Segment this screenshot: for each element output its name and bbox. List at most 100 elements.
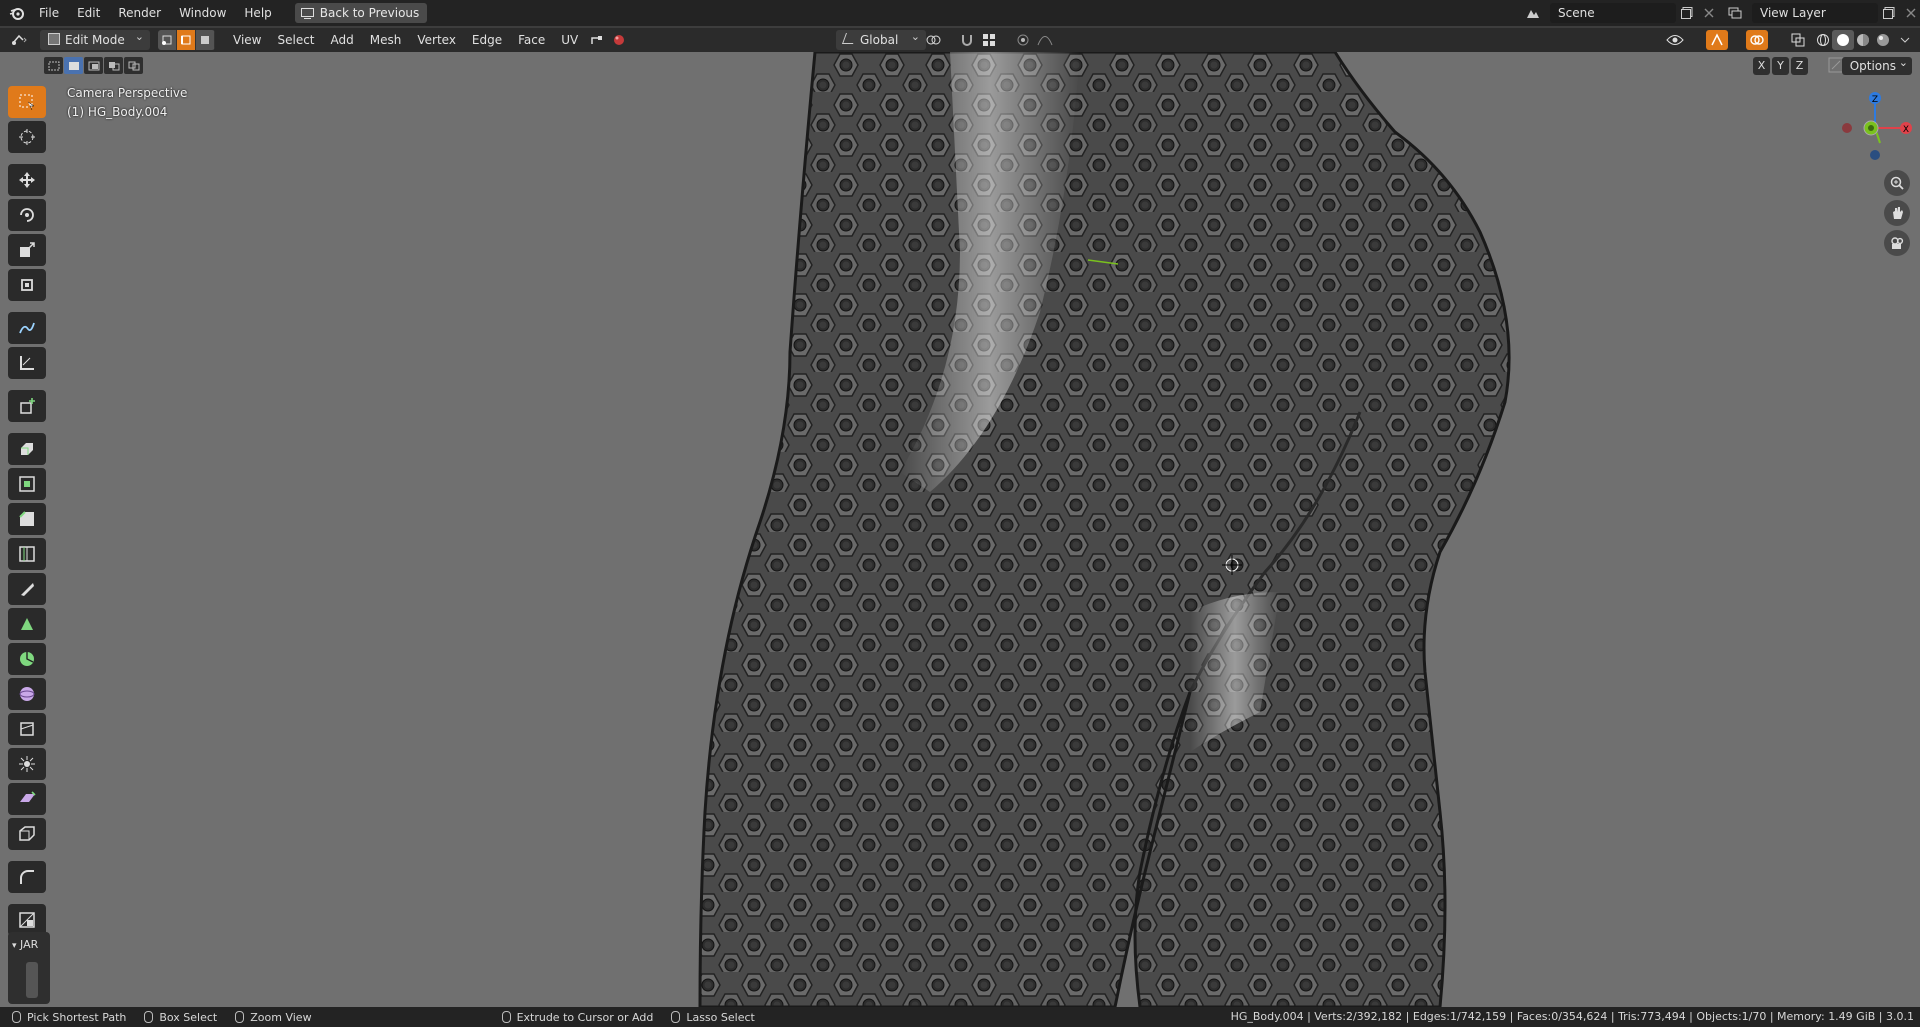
shading-wireframe-icon[interactable]: [1812, 30, 1834, 50]
panel-slider[interactable]: [26, 962, 38, 998]
pivot-point-icon[interactable]: [922, 30, 944, 50]
remove-view-layer-icon[interactable]: [1900, 3, 1920, 23]
face-select-icon[interactable]: [196, 30, 215, 50]
blender-logo-icon[interactable]: [4, 0, 30, 26]
falloff-icon[interactable]: [1034, 30, 1056, 50]
collapse-chevron-icon: ▾: [12, 941, 17, 951]
mesh-render: [698, 52, 1511, 1007]
loop-cut-tool-icon[interactable]: [8, 538, 46, 570]
remove-scene-icon[interactable]: [1698, 3, 1720, 23]
shading-rendered-icon[interactable]: [1872, 30, 1894, 50]
menu-select[interactable]: Select: [269, 28, 322, 52]
mode-icon: [48, 33, 60, 45]
camera-perspective-label: Camera Perspective: [67, 86, 188, 100]
shrink-fatten-tool-icon[interactable]: [8, 748, 46, 780]
mode-dropdown[interactable]: Edit Mode: [40, 27, 150, 50]
scene-name-field[interactable]: Scene: [1550, 3, 1676, 23]
overlays-icon[interactable]: [1746, 30, 1768, 50]
menu-add[interactable]: Add: [323, 28, 362, 52]
pan-hand-icon[interactable]: [1884, 200, 1910, 226]
menu-edge[interactable]: Edge: [464, 28, 510, 52]
hint-box-select: Box Select: [144, 1011, 217, 1024]
shading-solid-icon[interactable]: [1832, 30, 1854, 50]
3d-viewport[interactable]: Camera Perspective (1) HG_Body.004 X Y Z…: [0, 52, 1920, 1007]
menu-mesh[interactable]: Mesh: [362, 28, 410, 52]
gizmo-toggle-icon[interactable]: [1706, 30, 1728, 50]
hint-lasso-select: Lasso Select: [671, 1011, 755, 1024]
view-layer-icon[interactable]: [1724, 3, 1746, 23]
extrude-tool-icon[interactable]: [8, 433, 46, 465]
select-new-icon[interactable]: [44, 57, 63, 74]
tool-settings-panel: ▾ JAR: [8, 932, 50, 1004]
panel-label: JAR: [20, 938, 39, 951]
inset-tool-icon[interactable]: [8, 468, 46, 500]
edge-slide-tool-icon[interactable]: [8, 713, 46, 745]
zoom-magnifier-icon[interactable]: [1884, 170, 1910, 196]
menu-help[interactable]: Help: [235, 0, 280, 26]
proportional-edit-icon[interactable]: [1012, 30, 1034, 50]
select-box-tool-icon[interactable]: [8, 86, 46, 118]
back-button-label: Back to Previous: [319, 6, 420, 20]
select-subtract-icon[interactable]: [84, 57, 103, 74]
view-layer-field[interactable]: View Layer: [1752, 3, 1878, 23]
measure-tool-icon[interactable]: [8, 347, 46, 379]
screen-icon: [300, 7, 314, 19]
menu-uv[interactable]: UV: [553, 28, 586, 52]
options-dropdown[interactable]: Options: [1841, 54, 1912, 75]
poly-build-tool-icon[interactable]: [8, 608, 46, 640]
back-to-previous-button[interactable]: Back to Previous: [294, 3, 428, 23]
visibility-eye-icon[interactable]: [1664, 30, 1686, 50]
menu-view[interactable]: View: [225, 28, 269, 52]
rotate-tool-icon[interactable]: [8, 199, 46, 231]
menu-window[interactable]: Window: [170, 0, 235, 26]
material-ball-icon[interactable]: [608, 30, 630, 50]
annotate-tool-icon[interactable]: [8, 312, 46, 344]
spin-tool-icon[interactable]: [8, 643, 46, 675]
orientation-label: Global: [860, 33, 899, 47]
shading-options-icon[interactable]: [1894, 30, 1916, 50]
menu-vertex[interactable]: Vertex: [409, 28, 464, 52]
uv-sync-icon[interactable]: [586, 30, 608, 50]
smooth-tool-icon[interactable]: [8, 678, 46, 710]
xray-toggle-icon[interactable]: [1787, 30, 1809, 50]
bend-tool-icon[interactable]: [8, 861, 46, 893]
menu-face[interactable]: Face: [510, 28, 553, 52]
scene-icon[interactable]: [1522, 3, 1544, 23]
snap-target-icon[interactable]: [978, 30, 1000, 50]
editor-type-icon[interactable]: [6, 30, 32, 50]
bevel-tool-icon[interactable]: [8, 503, 46, 535]
mirror-y-button[interactable]: Y: [1772, 57, 1789, 75]
mirror-x-button[interactable]: X: [1753, 57, 1770, 75]
vertex-select-icon[interactable]: [158, 30, 177, 50]
menu-render[interactable]: Render: [109, 0, 170, 26]
cursor-tool-icon[interactable]: [8, 121, 46, 153]
move-tool-icon[interactable]: [8, 164, 46, 196]
panel-header[interactable]: ▾ JAR: [8, 932, 50, 951]
transform-orientation-dropdown[interactable]: Global: [836, 27, 926, 50]
select-invert-icon[interactable]: [104, 57, 123, 74]
menu-edit[interactable]: Edit: [68, 0, 109, 26]
hint-label: Box Select: [159, 1010, 218, 1024]
camera-view-icon[interactable]: [1884, 230, 1910, 256]
hint-label: Lasso Select: [686, 1010, 755, 1024]
select-intersect-icon[interactable]: [124, 57, 143, 74]
snap-magnet-icon[interactable]: [956, 30, 978, 50]
select-extend-icon[interactable]: [64, 57, 83, 74]
add-cube-tool-icon[interactable]: [8, 390, 46, 422]
mirror-z-button[interactable]: Z: [1791, 57, 1808, 75]
rip-region-tool-icon[interactable]: [8, 818, 46, 850]
scale-tool-icon[interactable]: [8, 234, 46, 266]
shear-tool-icon[interactable]: [8, 783, 46, 815]
menu-file[interactable]: File: [30, 0, 68, 26]
new-view-layer-icon[interactable]: [1878, 3, 1900, 23]
new-scene-icon[interactable]: [1676, 3, 1698, 23]
tool-shelf: [8, 86, 50, 939]
transform-tool-icon[interactable]: [8, 269, 46, 301]
mouse-left-icon: [12, 1011, 21, 1023]
shading-material-icon[interactable]: [1852, 30, 1874, 50]
edge-select-icon[interactable]: [177, 30, 196, 50]
knife-tool-icon[interactable]: [8, 573, 46, 605]
mode-label: Edit Mode: [65, 33, 125, 47]
navigation-gizmo[interactable]: Z X: [1830, 88, 1920, 178]
mouse-drag-icon: [671, 1011, 681, 1023]
